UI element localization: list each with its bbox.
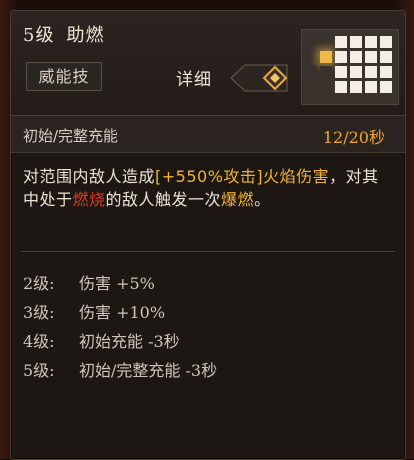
skill-name: 助燃 <box>66 25 105 46</box>
range-grid-cell <box>380 51 392 63</box>
level-row: 4级: 初始充能 -3秒 <box>23 327 393 356</box>
range-grid-cell <box>320 66 332 78</box>
charge-row: 初始/完整充能 12/20秒 <box>11 116 405 153</box>
level-effect: 初始充能 -3秒 <box>79 332 180 351</box>
range-grid-cell <box>335 66 347 78</box>
range-grid-cell <box>305 81 317 93</box>
range-grid-cell <box>365 51 377 63</box>
range-grid-cell <box>365 66 377 78</box>
desc-text-3: 的敌人触发一次 <box>105 190 222 209</box>
skill-type-badge: 威能技 <box>26 62 102 91</box>
detail-toggle-button[interactable] <box>227 63 291 93</box>
tooltip-frame: 5级 助燃 威能技 详细 初始/完整充能 12/20秒 对范围内敌人造成[+550… <box>0 0 414 460</box>
level-list: 2级: 伤害 +5% 3级: 伤害 +10% 4级: 初始充能 -3秒 5级: 初始/完… <box>23 269 393 385</box>
range-grid-cell <box>320 36 332 48</box>
level-effect: 伤害 +10% <box>79 303 166 322</box>
divider <box>21 251 395 252</box>
level-label: 5级: <box>23 361 55 380</box>
desc-deflagration-highlight: 爆燃 <box>221 190 255 209</box>
range-grid-cell <box>335 81 347 93</box>
range-grid-cell <box>335 36 347 48</box>
level-label: 3级: <box>23 303 55 322</box>
skill-level: 5级 <box>23 25 55 46</box>
cooldown-value: 12/20秒 <box>322 128 385 147</box>
range-grid-cell <box>320 81 332 93</box>
range-grid-cell <box>380 81 392 93</box>
level-row: 2级: 伤害 +5% <box>23 269 393 298</box>
level-effect: 伤害 +5% <box>79 274 155 293</box>
range-grid-cell <box>350 51 362 63</box>
range-grid-cell <box>335 51 347 63</box>
range-grid-cell <box>380 66 392 78</box>
range-grid-cell <box>320 51 332 63</box>
level-effect: 初始/完整充能 -3秒 <box>79 361 218 380</box>
range-grid-cell <box>305 66 317 78</box>
level-label: 2级: <box>23 274 55 293</box>
level-row: 3级: 伤害 +10% <box>23 298 393 327</box>
skill-tooltip-panel: 5级 助燃 威能技 详细 初始/完整充能 12/20秒 对范围内敌人造成[+550… <box>10 10 406 460</box>
range-grid-icon <box>301 29 399 105</box>
range-grid-cell <box>350 81 362 93</box>
skill-description: 对范围内敌人造成[+550%攻击]火焰伤害，对其中处于燃烧的敌人触发一次爆燃。 <box>23 165 393 211</box>
diamond-toggle-icon <box>230 64 288 92</box>
range-grid-cell <box>365 81 377 93</box>
charge-label: 初始/完整充能 <box>23 127 119 145</box>
detail-label: 详细 <box>176 70 212 90</box>
level-label: 4级: <box>23 332 55 351</box>
range-grid-cell <box>350 66 362 78</box>
range-grid-cell <box>305 36 317 48</box>
range-grid-cell <box>305 51 317 63</box>
desc-burn-highlight: 燃烧 <box>72 190 106 209</box>
range-grid-cell <box>380 36 392 48</box>
skill-title: 5级 助燃 <box>23 21 104 47</box>
range-grid-cell <box>350 36 362 48</box>
tooltip-header: 5级 助燃 威能技 详细 <box>11 11 405 116</box>
desc-text-4: 。 <box>254 190 271 209</box>
level-row: 5级: 初始/完整充能 -3秒 <box>23 356 393 385</box>
desc-text-1: 对范围内敌人造成 <box>23 167 156 186</box>
range-grid-cell <box>365 36 377 48</box>
desc-damage-highlight: [+550%攻击]火焰伤害 <box>155 167 330 186</box>
